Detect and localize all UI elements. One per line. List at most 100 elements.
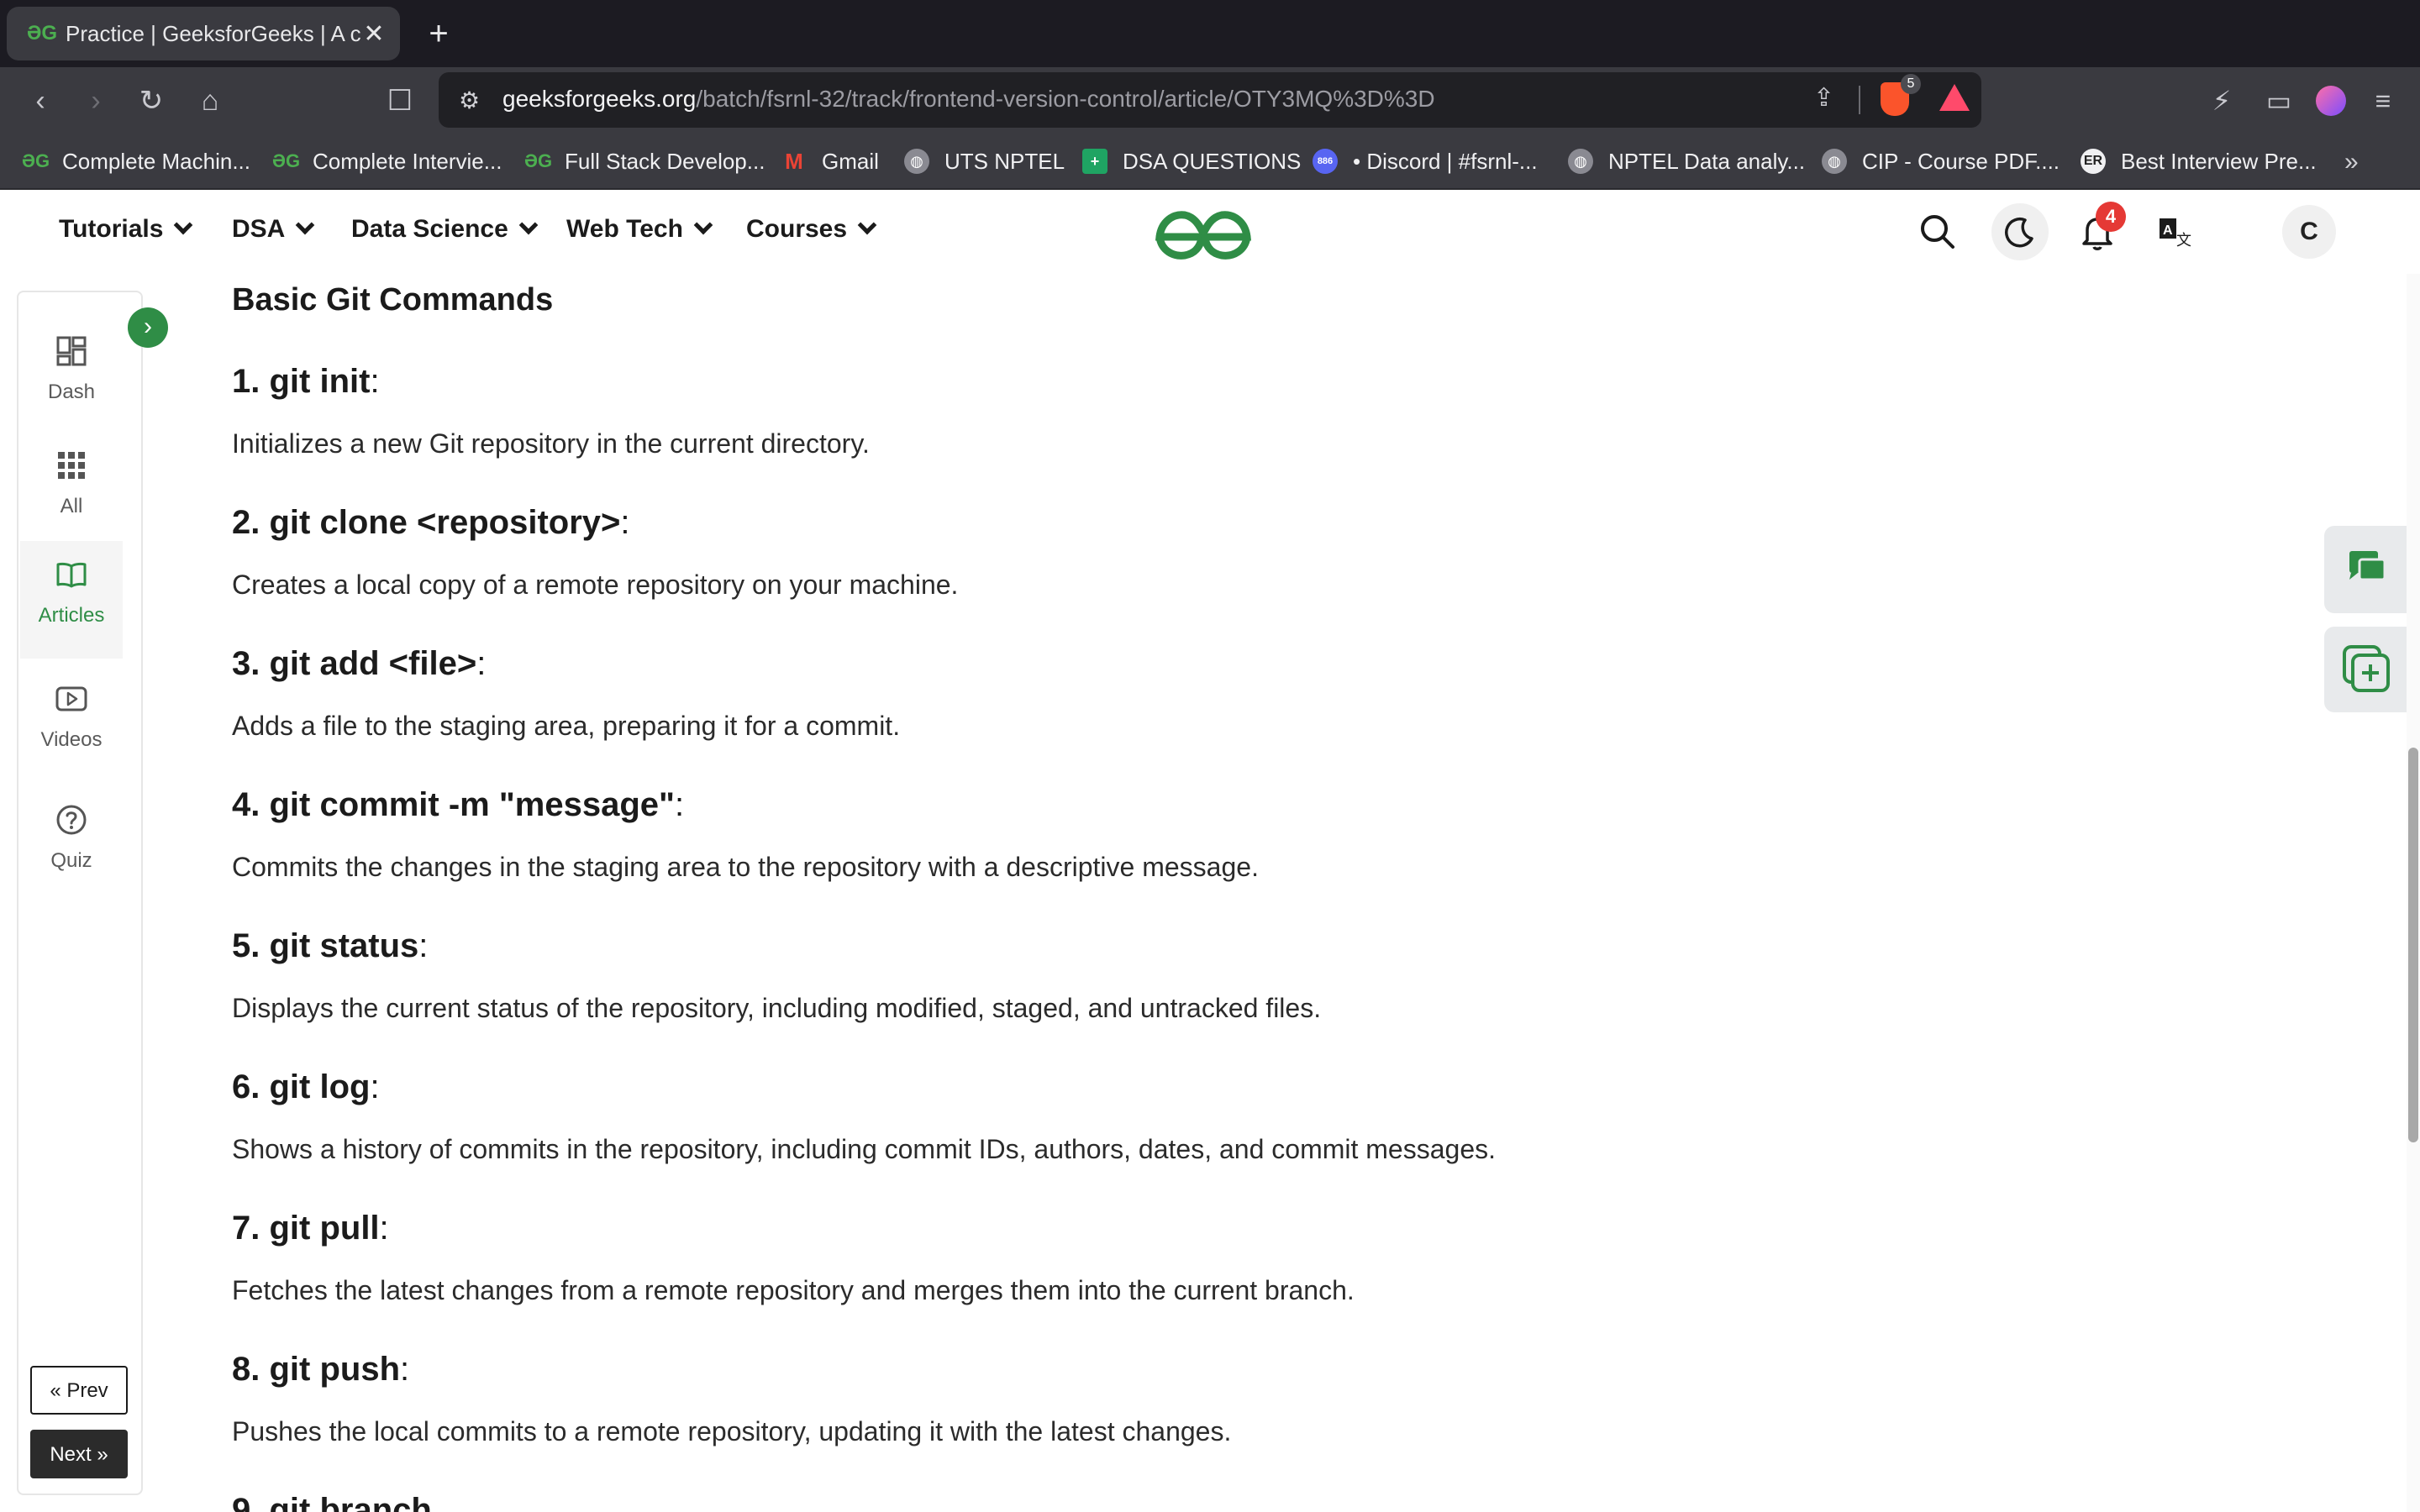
search-icon[interactable]: [1914, 208, 1961, 255]
menu-web-tech[interactable]: Web Tech: [566, 215, 713, 244]
sidebar-expand-button[interactable]: ›: [128, 307, 168, 348]
user-avatar[interactable]: C: [2282, 205, 2336, 259]
article-heading: Basic Git Commands: [232, 282, 554, 318]
url-text[interactable]: geeksforgeeks.org/batch/fsrnl-32/track/f…: [502, 86, 1435, 113]
sidebar-item-label: Quiz: [50, 849, 92, 872]
bookmark-item[interactable]: ◍ CIP - Course PDF....: [1822, 146, 2060, 176]
bookmark-icon[interactable]: ☐: [381, 82, 418, 119]
scrollbar-thumb[interactable]: [2408, 748, 2418, 1142]
dashboard-icon: [56, 336, 87, 366]
bookmark-item[interactable]: M Gmail: [781, 146, 879, 176]
menu-courses[interactable]: Courses: [746, 215, 877, 244]
bookmark-item[interactable]: ƏG Complete Machin...: [22, 146, 250, 176]
bookmark-item[interactable]: ER Best Interview Pre...: [2081, 146, 2317, 176]
globe-icon: ◍: [1568, 149, 1593, 174]
browser-tabstrip: ƏG Practice | GeeksforGeeks | A c ✕ +: [0, 0, 2420, 67]
sidebar-item-all[interactable]: All: [20, 432, 123, 549]
brave-shield-icon[interactable]: 5: [1881, 74, 1921, 116]
chevron-down-icon: [174, 215, 193, 235]
sidebar-item-dash[interactable]: Dash: [20, 318, 123, 435]
sidebar-item-label: All: [60, 495, 83, 517]
prev-button[interactable]: « Prev: [30, 1366, 128, 1415]
bookmark-item[interactable]: ƏG Full Stack Develop...: [524, 146, 765, 176]
add-note-icon: [2343, 645, 2390, 692]
bookmark-item[interactable]: ◍ NPTEL Data analy...: [1568, 146, 1805, 176]
command-description: Fetches the latest changes from a remote…: [232, 1275, 1355, 1305]
discord-icon: 886: [1313, 149, 1338, 174]
gmail-icon: M: [785, 149, 803, 174]
book-icon: [56, 562, 87, 588]
left-sidebar: Dash All Articles Videos Quiz: [17, 291, 143, 1495]
browser-tab-active[interactable]: ƏG Practice | GeeksforGeeks | A c ✕: [7, 7, 400, 60]
sidebar-item-label: Dash: [47, 381, 96, 403]
tab-close-icon[interactable]: ✕: [361, 19, 387, 49]
command-description: Shows a history of commits in the reposi…: [232, 1134, 1496, 1164]
menu-icon[interactable]: ≡: [2365, 82, 2402, 119]
er-icon: ER: [2081, 149, 2106, 174]
grid-icon: [58, 452, 85, 479]
gfg-icon: ƏG: [272, 150, 301, 171]
bookmark-item[interactable]: ƏG Complete Intervie...: [272, 146, 502, 176]
brave-rewards-icon[interactable]: [1939, 84, 1970, 111]
chevron-down-icon: [693, 215, 713, 235]
command-heading: 9. git branch: [232, 1492, 432, 1512]
profile-icon[interactable]: [2316, 86, 2346, 116]
command-heading: 8. git push:: [232, 1351, 410, 1388]
wallet-icon[interactable]: ▭: [2260, 82, 2297, 119]
tab-title: Practice | GeeksforGeeks | A c: [66, 20, 361, 46]
command-heading: 5. git status:: [232, 927, 429, 964]
svg-text:文: 文: [2176, 232, 2191, 249]
site-settings-icon[interactable]: ⚙: [459, 84, 492, 118]
command-heading: 2. git clone <repository>:: [232, 504, 630, 541]
bookmark-item[interactable]: + DSA QUESTIONS: [1082, 146, 1301, 176]
more-bookmarks-icon[interactable]: »: [2344, 148, 2359, 176]
menu-dsa[interactable]: DSA: [232, 215, 315, 244]
sidebar-item-articles[interactable]: Articles: [20, 541, 123, 659]
home-icon[interactable]: ⌂: [192, 82, 229, 119]
question-icon: [56, 805, 87, 835]
gfg-icon: ƏG: [22, 150, 50, 171]
urlbar-divider: [1859, 86, 1860, 114]
address-bar[interactable]: ⚙ geeksforgeeks.org/batch/fsrnl-32/track…: [439, 72, 1981, 128]
gfg-favicon-icon: ƏG: [27, 22, 58, 45]
globe-icon: ◍: [1822, 149, 1847, 174]
translate-icon[interactable]: A 文: [2151, 208, 2198, 255]
sidebar-item-videos[interactable]: Videos: [20, 665, 123, 783]
dark-mode-toggle[interactable]: [1991, 203, 2049, 260]
command-description: Adds a file to the staging area, prepari…: [232, 711, 901, 741]
bookmarks-bar: ƏG Complete Machin... ƏG Complete Intervie…: [0, 134, 2420, 190]
next-button[interactable]: Next »: [30, 1430, 128, 1478]
command-heading: 6. git log:: [232, 1068, 380, 1105]
chat-button[interactable]: [2324, 526, 2408, 613]
chat-icon: [2349, 551, 2386, 581]
globe-icon: ◍: [904, 149, 929, 174]
menu-data-science[interactable]: Data Science: [351, 215, 539, 244]
moon-icon: [2005, 217, 2033, 248]
menu-tutorials[interactable]: Tutorials: [59, 215, 193, 244]
new-tab-button[interactable]: +: [420, 15, 457, 52]
leo-ai-icon[interactable]: ⚡: [2203, 82, 2240, 119]
svg-text:A: A: [2163, 223, 2173, 238]
command-heading: 4. git commit -m "message":: [232, 786, 685, 823]
command-description: Displays the current status of the repos…: [232, 993, 1322, 1023]
gfg-logo-icon[interactable]: [1151, 205, 1255, 264]
forward-icon[interactable]: ›: [77, 82, 114, 119]
command-heading: 3. git add <file>:: [232, 645, 487, 682]
add-to-notes-button[interactable]: [2324, 627, 2408, 712]
reload-icon[interactable]: ↻: [133, 82, 170, 119]
command-description: Initializes a new Git repository in the …: [232, 428, 870, 459]
site-header: Tutorials DSA Data Science Web Tech Cour…: [0, 190, 2420, 274]
chevron-down-icon: [518, 215, 539, 235]
back-icon[interactable]: ‹: [22, 82, 59, 119]
shield-count-badge: 5: [1901, 74, 1921, 94]
bookmark-item[interactable]: 886 • Discord | #fsrnl-...: [1313, 146, 1538, 176]
video-icon: [55, 686, 87, 711]
chevron-down-icon: [296, 215, 315, 235]
command-heading: 1. git init:: [232, 363, 380, 400]
sidebar-item-label: Articles: [38, 604, 105, 627]
double-chevron-right-icon: »: [91, 1443, 108, 1466]
bookmark-item[interactable]: ◍ UTS NPTEL: [904, 146, 1065, 176]
sidebar-item-quiz[interactable]: Quiz: [20, 786, 123, 904]
command-description: Creates a local copy of a remote reposit…: [232, 570, 959, 600]
share-icon[interactable]: ⇪: [1813, 83, 1834, 113]
